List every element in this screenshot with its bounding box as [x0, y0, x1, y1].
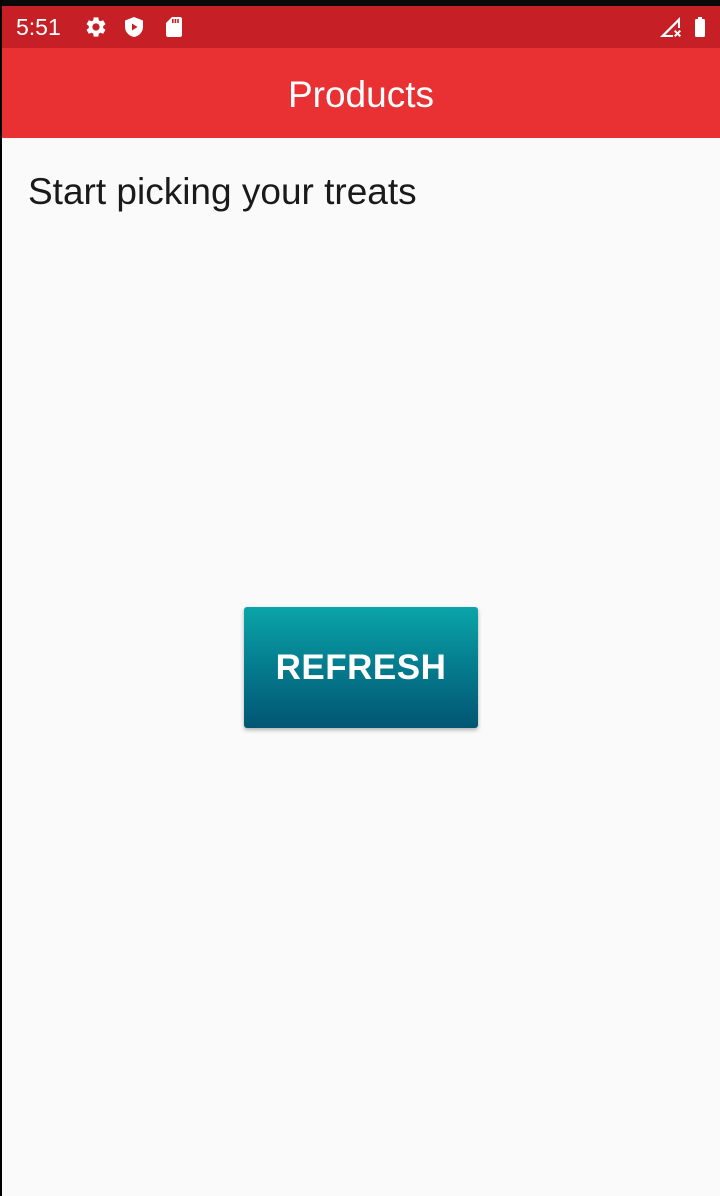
battery-icon — [688, 15, 712, 39]
prompt-text: Start picking your treats — [28, 171, 417, 212]
shield-icon — [122, 15, 146, 39]
sd-card-icon — [162, 15, 186, 39]
status-bar: 5:51 — [2, 6, 720, 48]
gear-icon — [84, 15, 108, 39]
refresh-button[interactable]: REFRESH — [244, 607, 478, 728]
status-time: 5:51 — [16, 14, 61, 40]
app-bar: Products — [2, 48, 720, 138]
app-screen: 5:51 Products Start picking your treats … — [2, 0, 720, 1196]
signal-icon — [658, 15, 682, 39]
page-title: Products — [287, 74, 434, 115]
